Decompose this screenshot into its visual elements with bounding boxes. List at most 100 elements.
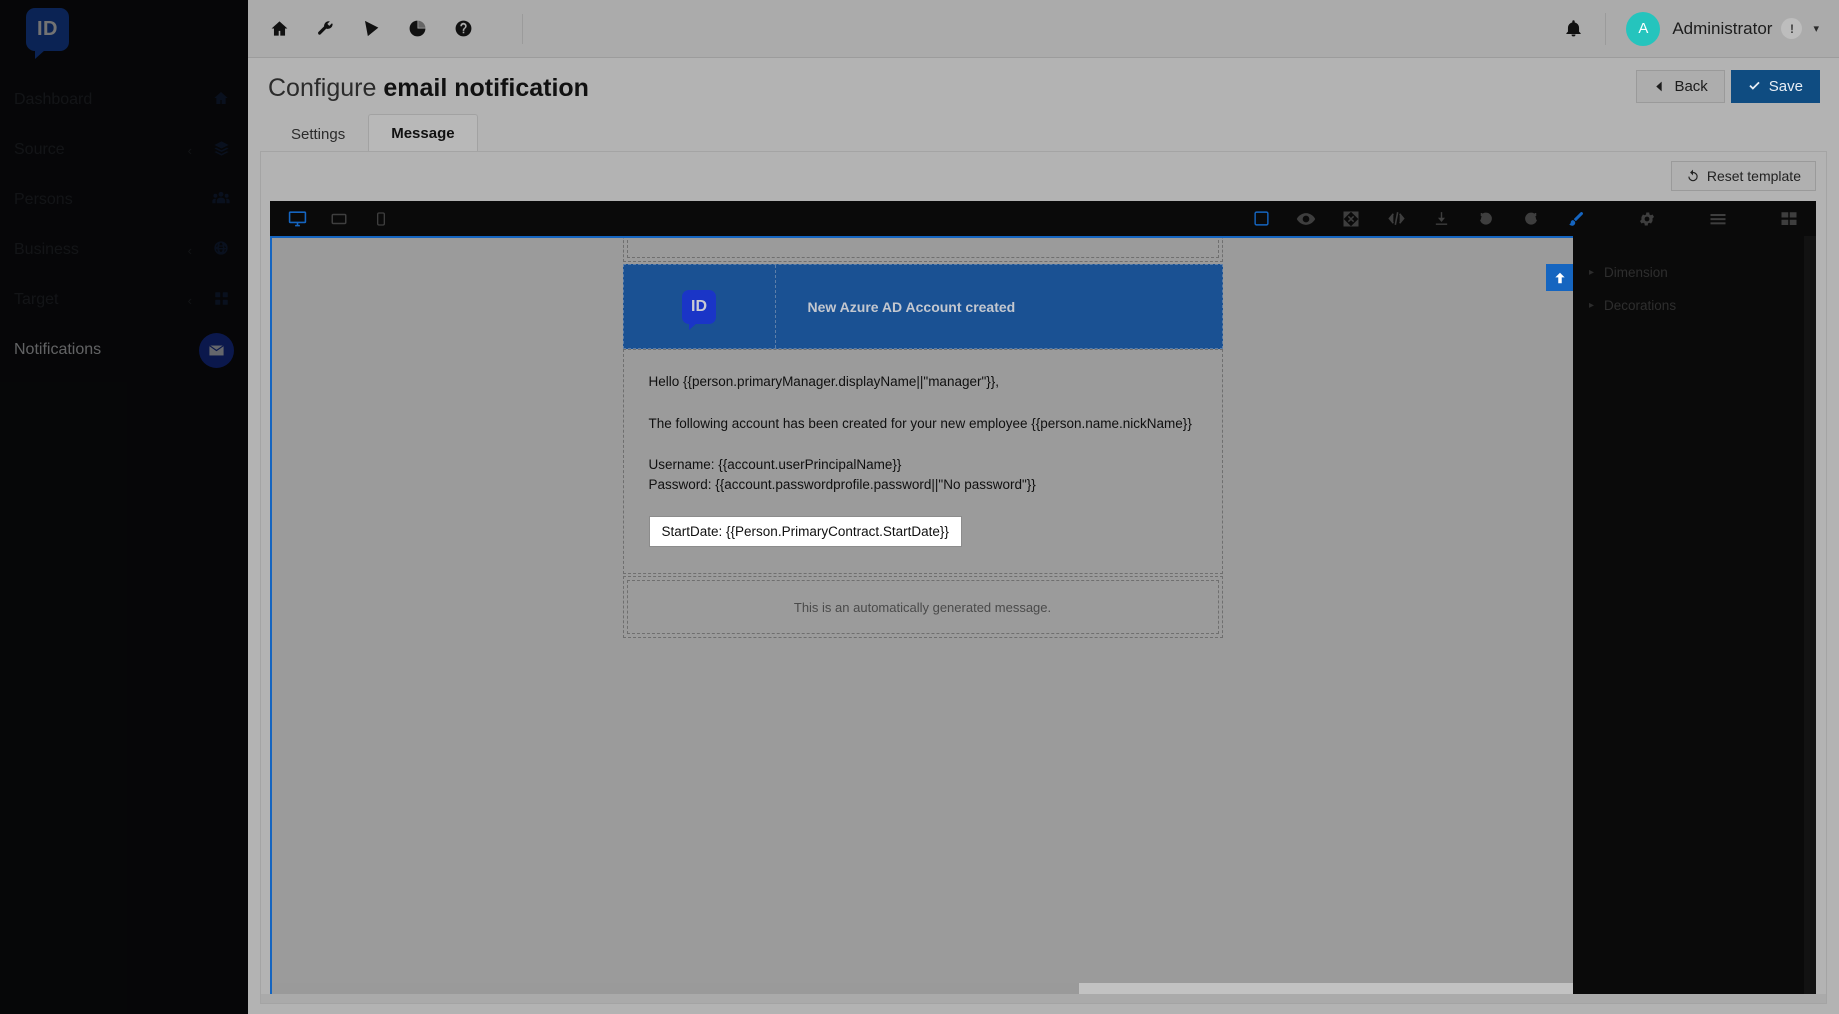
editor-tool-group — [1248, 206, 1802, 232]
chevron-left-icon: ‹ — [187, 142, 192, 158]
back-button[interactable]: Back — [1636, 70, 1725, 103]
tab-settings[interactable]: Settings — [268, 117, 368, 151]
sidebar-item-dashboard[interactable]: Dashboard — [0, 75, 248, 125]
save-button[interactable]: Save — [1730, 70, 1820, 103]
tab-label: Message — [391, 124, 455, 142]
panel-horizontal-scrollbar[interactable] — [261, 994, 1826, 1003]
email-body-line: The following account has been created f… — [648, 415, 1192, 431]
email-logo-text: ID — [691, 297, 707, 315]
sidebar-item-label: Notifications — [14, 341, 102, 358]
wrench-icon[interactable] — [314, 18, 336, 40]
bell-icon[interactable] — [1561, 17, 1585, 41]
project-diagram-icon[interactable] — [360, 18, 382, 40]
tab-message[interactable]: Message — [368, 114, 478, 151]
empty-block-placeholder[interactable] — [622, 238, 1223, 262]
envelope-icon — [199, 332, 234, 368]
message-panel: Reset template ID New Azure AD Account c… — [260, 151, 1827, 1004]
paint-brush-icon[interactable] — [1563, 206, 1589, 232]
selected-text-block[interactable]: StartDate: {{Person.PrimaryContract.Star… — [648, 516, 962, 548]
editor-vertical-scrollbar[interactable] — [1804, 236, 1816, 996]
chevron-left-icon: ‹ — [187, 292, 192, 308]
sidebar-item-source[interactable]: Source ‹ — [0, 125, 248, 175]
sidebar: ID Dashboard Source ‹ Persons Business ‹… — [0, 0, 248, 1014]
arrow-up-icon — [1554, 272, 1565, 283]
page-title-strong: email notification — [383, 74, 589, 102]
email-body-line: Username: {{account.userPrincipalName}} — [648, 457, 902, 473]
email-header-block[interactable]: ID New Azure AD Account created — [622, 264, 1223, 349]
email-title-cell[interactable]: New Azure AD Account created — [776, 265, 1222, 348]
sidebar-item-label: Business — [14, 241, 79, 258]
page-header: Configure email notification Back Save — [248, 58, 1839, 120]
borders-toggle-icon[interactable] — [1248, 206, 1274, 232]
sidebar-item-label: Source — [14, 141, 65, 158]
import-download-icon[interactable] — [1428, 206, 1454, 232]
gear-icon[interactable] — [1634, 206, 1660, 232]
sidebar-item-business[interactable]: Business ‹ — [0, 225, 248, 275]
email-body-line: Hello {{person.primaryManager.displayNam… — [648, 374, 1000, 389]
layers-list-icon[interactable] — [1705, 206, 1731, 232]
tablet-icon[interactable] — [326, 206, 352, 232]
blocks-grid-icon[interactable] — [1776, 206, 1802, 232]
globe-icon — [208, 240, 234, 260]
scrollbar-thumb[interactable] — [272, 983, 1079, 994]
topbar-icon-group — [248, 13, 523, 44]
code-view-icon[interactable] — [1383, 206, 1409, 232]
email-template: ID New Azure AD Account created Hello {{… — [622, 238, 1223, 639]
panel-toolbar: Reset template — [261, 152, 1826, 201]
chevron-right-icon: ▸ — [1589, 267, 1595, 278]
home-icon — [208, 90, 234, 110]
sidebar-item-label: Dashboard — [14, 91, 93, 108]
template-canvas[interactable]: ID New Azure AD Account created Hello {{… — [270, 236, 1573, 996]
app-logo[interactable]: ID — [26, 8, 69, 59]
reset-template-label: Reset template — [1706, 168, 1801, 184]
property-section-dimension[interactable]: ▸ Dimension — [1573, 256, 1816, 289]
page-title-prefix: Configure — [268, 74, 384, 102]
chevron-left-icon: ‹ — [187, 242, 192, 258]
chevron-down-icon[interactable]: ▾ — [1813, 22, 1819, 35]
property-section-decorations[interactable]: ▸ Decorations — [1573, 289, 1816, 322]
check-icon — [1749, 81, 1760, 90]
email-body-block[interactable]: Hello {{person.primaryManager.displayNam… — [622, 349, 1223, 575]
sidebar-item-target[interactable]: Target ‹ — [0, 275, 248, 325]
topbar-user-area: A Administrator ! ▾ — [1561, 11, 1839, 46]
move-block-up-button[interactable] — [1546, 264, 1573, 291]
pie-chart-icon[interactable] — [406, 18, 428, 40]
undo-icon[interactable] — [1473, 206, 1499, 232]
mobile-icon[interactable] — [368, 206, 394, 232]
template-canvas-inner: ID New Azure AD Account created Hello {{… — [272, 238, 1573, 994]
grid-icon — [208, 291, 234, 310]
email-logo-icon: ID — [682, 289, 716, 330]
question-circle-icon[interactable] — [452, 18, 474, 40]
sidebar-item-label: Target — [14, 291, 59, 308]
editor-toolbar — [270, 201, 1816, 236]
email-logo-cell[interactable]: ID — [624, 265, 776, 348]
preview-eye-icon[interactable] — [1293, 206, 1319, 232]
home-icon[interactable] — [268, 18, 290, 40]
avatar[interactable]: A — [1626, 11, 1661, 46]
sidebar-item-notifications[interactable]: Notifications — [0, 325, 248, 375]
page-title: Configure email notification — [268, 74, 589, 103]
back-button-label: Back — [1674, 78, 1708, 95]
undo-arrow-icon — [1688, 169, 1698, 182]
sidebar-nav: Dashboard Source ‹ Persons Business ‹ Ta… — [0, 75, 248, 375]
tab-label: Settings — [291, 126, 346, 143]
property-section-label: Decorations — [1604, 298, 1677, 313]
sidebar-item-persons[interactable]: Persons — [0, 175, 248, 225]
sidebar-item-label: Persons — [14, 191, 73, 208]
chevron-left-icon — [1656, 81, 1663, 92]
topbar-divider — [1605, 12, 1607, 45]
main-content: A Administrator ! ▾ Configure email noti… — [248, 0, 1839, 1014]
status-badge[interactable]: ! — [1781, 18, 1803, 39]
fullscreen-icon[interactable] — [1338, 206, 1364, 232]
email-footer-wrapper[interactable]: This is an automatically generated messa… — [622, 576, 1223, 639]
email-editor: ID New Azure AD Account created Hello {{… — [270, 201, 1816, 996]
reset-template-button[interactable]: Reset template — [1670, 161, 1816, 191]
redo-icon[interactable] — [1518, 206, 1544, 232]
device-preview-group — [284, 206, 394, 232]
page-header-actions: Back Save — [1636, 70, 1820, 103]
canvas-horizontal-scrollbar[interactable] — [272, 983, 1573, 994]
email-footer-block[interactable]: This is an automatically generated messa… — [626, 580, 1219, 635]
desktop-icon[interactable] — [284, 206, 310, 232]
